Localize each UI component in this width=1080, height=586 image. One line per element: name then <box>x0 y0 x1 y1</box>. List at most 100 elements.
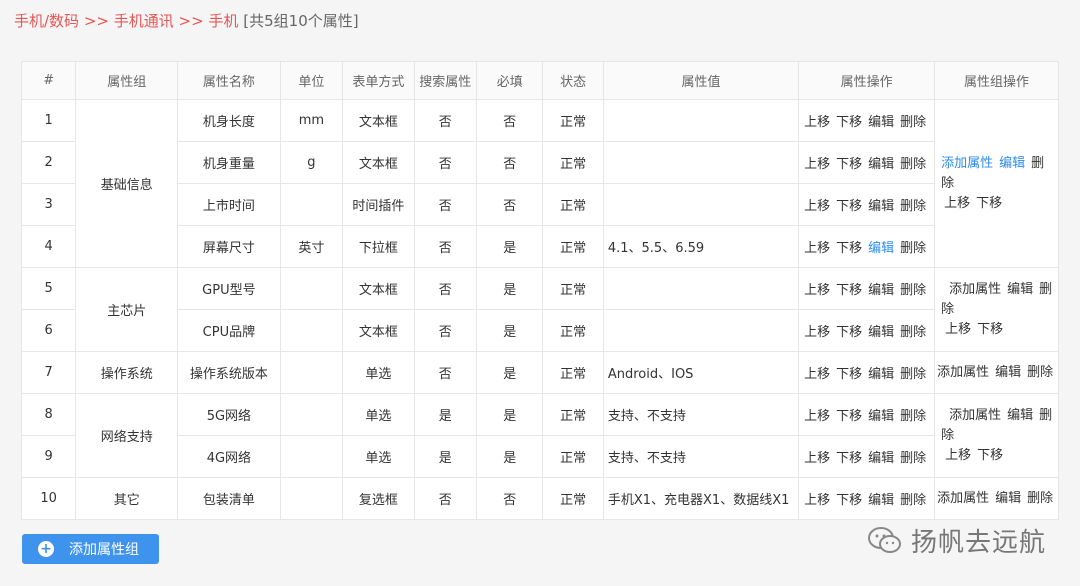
move-down-link[interactable]: 下移 <box>836 451 862 466</box>
group-move-down-link[interactable]: 下移 <box>977 322 1003 337</box>
group-delete-link-wrap[interactable]: 除 <box>941 302 954 317</box>
edit-link[interactable]: 编辑 <box>868 367 894 382</box>
attr-status: 正常 <box>542 309 604 352</box>
breadcrumb-level1[interactable]: 手机/数码 <box>14 12 79 30</box>
move-down-link[interactable]: 下移 <box>836 325 862 340</box>
attr-form: 时间插件 <box>342 183 415 226</box>
attr-values <box>602 309 800 352</box>
attr-form: 文本框 <box>342 267 415 310</box>
add-attribute-link[interactable]: 添加属性 <box>941 156 993 171</box>
attr-search: 否 <box>413 351 478 394</box>
add-attribute-link[interactable]: 添加属性 <box>937 365 989 380</box>
row-index: 7 <box>20 351 77 394</box>
group-edit-link[interactable]: 编辑 <box>995 365 1021 380</box>
attr-name: 操作系统版本 <box>177 351 281 394</box>
breadcrumb-level3[interactable]: 手机 <box>208 12 238 30</box>
move-down-link[interactable]: 下移 <box>836 493 862 508</box>
move-up-link[interactable]: 上移 <box>804 451 830 466</box>
add-attribute-link[interactable]: 添加属性 <box>949 282 1001 297</box>
table-row: 6 CPU品牌 文本框 否 是 正常 上移 下移 编辑 删除 <box>20 309 1059 352</box>
attr-name: 机身长度 <box>177 99 281 142</box>
attr-values: 支持、不支持 <box>602 435 800 478</box>
move-down-link[interactable]: 下移 <box>836 241 862 256</box>
attr-unit <box>279 267 344 310</box>
breadcrumb-level2[interactable]: 手机通讯 <box>114 12 174 30</box>
table-row: 7 操作系统 操作系统版本 单选 否 是 正常 Android、IOS 上移 下移… <box>20 351 1059 394</box>
edit-link[interactable]: 编辑 <box>868 241 894 256</box>
edit-link[interactable]: 编辑 <box>868 115 894 130</box>
breadcrumb-separator: >> <box>173 12 209 30</box>
group-edit-link[interactable]: 编辑 <box>1007 282 1033 297</box>
delete-link[interactable]: 删除 <box>900 199 926 214</box>
group-move-down-link[interactable]: 下移 <box>977 448 1003 463</box>
group-delete-link[interactable]: 删除 <box>1027 491 1053 506</box>
attr-ops: 上移 下移 编辑 删除 <box>798 141 936 184</box>
delete-link[interactable]: 删除 <box>900 115 926 130</box>
table-row: 1 基础信息 机身长度 mm 文本框 否 否 正常 上移 下移 编辑 删除 添加属性编… <box>20 99 1059 268</box>
header-unit: 单位 <box>279 61 344 100</box>
delete-link[interactable]: 删除 <box>900 367 926 382</box>
header-form: 表单方式 <box>342 61 415 100</box>
group-delete-link-wrap[interactable]: 除 <box>941 428 954 443</box>
edit-link[interactable]: 编辑 <box>868 493 894 508</box>
group-move-up-link[interactable]: 上移 <box>945 322 971 337</box>
attr-values: 支持、不支持 <box>602 393 800 436</box>
move-up-link[interactable]: 上移 <box>804 199 830 214</box>
edit-link[interactable]: 编辑 <box>868 451 894 466</box>
add-attribute-link[interactable]: 添加属性 <box>949 408 1001 423</box>
delete-link[interactable]: 删除 <box>900 409 926 424</box>
move-down-link[interactable]: 下移 <box>836 115 862 130</box>
group-delete-link[interactable]: 删 <box>1039 408 1052 423</box>
table-row: 8 网络支持 5G网络 单选 是 是 正常 支持、不支持 上移 下移 编辑 删除 添加… <box>20 393 1059 478</box>
move-up-link[interactable]: 上移 <box>804 325 830 340</box>
group-move-up-link[interactable]: 上移 <box>945 448 971 463</box>
group-ops: 添加属性 编辑 删除 上移 下移 <box>934 99 1059 268</box>
watermark: 扬帆去远航 <box>867 522 1046 559</box>
move-up-link[interactable]: 上移 <box>804 157 830 172</box>
group-edit-link[interactable]: 编辑 <box>1007 408 1033 423</box>
group-move-up-link[interactable]: 上移 <box>944 196 970 211</box>
delete-link[interactable]: 删除 <box>900 241 926 256</box>
move-up-link[interactable]: 上移 <box>804 409 830 424</box>
plus-circle-icon: + <box>38 541 54 557</box>
move-up-link[interactable]: 上移 <box>804 115 830 130</box>
group-name: 操作系统 <box>75 351 179 394</box>
move-up-link[interactable]: 上移 <box>804 241 830 256</box>
add-attribute-group-button[interactable]: + 添加属性组 <box>22 534 159 564</box>
move-up-link[interactable]: 上移 <box>804 283 830 298</box>
attr-status: 正常 <box>542 267 604 310</box>
attr-search: 否 <box>413 309 478 352</box>
table-row: 3 上市时间 时间插件 否 否 正常 上移 下移 编辑 删除 <box>20 183 1059 226</box>
move-up-link[interactable]: 上移 <box>804 367 830 382</box>
group-move-down-link[interactable]: 下移 <box>976 196 1002 211</box>
move-down-link[interactable]: 下移 <box>836 367 862 382</box>
group-edit-link[interactable]: 编辑 <box>995 491 1021 506</box>
attr-search: 否 <box>413 141 478 184</box>
delete-link[interactable]: 删除 <box>900 325 926 340</box>
header-index: # <box>20 61 77 100</box>
attr-name: 机身重量 <box>177 141 281 184</box>
edit-link[interactable]: 编辑 <box>868 283 894 298</box>
delete-link[interactable]: 删除 <box>900 283 926 298</box>
move-down-link[interactable]: 下移 <box>836 157 862 172</box>
row-index: 5 <box>20 267 77 310</box>
delete-link[interactable]: 删除 <box>900 157 926 172</box>
add-attribute-link[interactable]: 添加属性 <box>937 491 989 506</box>
group-delete-link[interactable]: 删 <box>1039 282 1052 297</box>
edit-link[interactable]: 编辑 <box>868 409 894 424</box>
attr-ops: 上移 下移 编辑 删除 <box>798 309 936 352</box>
move-down-link[interactable]: 下移 <box>836 283 862 298</box>
delete-link[interactable]: 删除 <box>900 451 926 466</box>
edit-link[interactable]: 编辑 <box>868 199 894 214</box>
move-up-link[interactable]: 上移 <box>804 493 830 508</box>
move-down-link[interactable]: 下移 <box>836 409 862 424</box>
attr-required: 否 <box>475 99 544 142</box>
edit-link[interactable]: 编辑 <box>868 325 894 340</box>
group-edit-link[interactable]: 编辑 <box>999 156 1025 171</box>
delete-link[interactable]: 删除 <box>900 493 926 508</box>
group-ops: 添加属性 编辑 删除 <box>934 351 1059 394</box>
edit-link[interactable]: 编辑 <box>868 157 894 172</box>
group-delete-link[interactable]: 删除 <box>1027 365 1053 380</box>
move-down-link[interactable]: 下移 <box>836 199 862 214</box>
row-index: 4 <box>20 225 77 268</box>
